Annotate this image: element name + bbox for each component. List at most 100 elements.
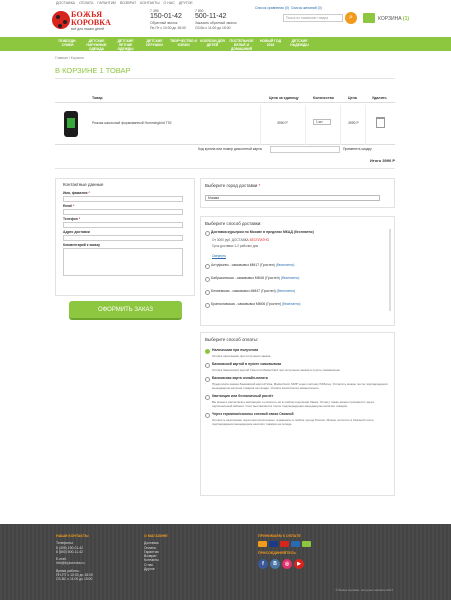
row-price: 3990 Р bbox=[348, 121, 359, 125]
compare-links: Список сравнения (0) Список желаний (0) bbox=[255, 6, 322, 10]
top-link[interactable]: ВОЗВРАТ bbox=[120, 1, 136, 5]
divider bbox=[260, 105, 261, 145]
payment-option[interactable]: Наличными при получении Оплата наличными … bbox=[201, 346, 394, 360]
city-select[interactable]: Москва bbox=[205, 195, 380, 201]
delivery-option[interactable]: Братиславская - самовывоз ММ06 (Гростен)… bbox=[201, 302, 394, 315]
nav-item[interactable]: ТВОРЧЕСТВО И ХОББИ bbox=[169, 37, 198, 51]
instagram-icon[interactable]: ◎ bbox=[282, 558, 292, 569]
card-icon bbox=[302, 541, 311, 548]
phone-field[interactable] bbox=[63, 222, 183, 228]
logo-tagline: всё для наших детей bbox=[71, 27, 105, 31]
col-header: Товар bbox=[92, 96, 103, 100]
page-title: В КОРЗИНЕ 1 ТОВАР bbox=[55, 66, 131, 75]
phone-number[interactable]: 150-01-42 bbox=[150, 13, 182, 20]
ladybug-icon bbox=[52, 11, 70, 29]
top-link[interactable]: ДОСТАВКА bbox=[56, 1, 75, 5]
nav-item[interactable]: ДЕТСКИЕ ЛЕТНИЕ ОДЕЖДЫ bbox=[111, 37, 140, 51]
collapse-link[interactable]: Свернуть bbox=[201, 254, 394, 258]
youtube-icon[interactable]: ▶ bbox=[294, 558, 304, 569]
search-icon: ⌕ bbox=[349, 14, 353, 21]
phone-number[interactable]: 500-11-42 bbox=[195, 13, 226, 20]
divider bbox=[55, 168, 395, 169]
cart-table-header: Товар Цена за единицу Количество Цена Уд… bbox=[55, 95, 395, 103]
field-label: Email * bbox=[63, 204, 75, 208]
facebook-icon[interactable]: f bbox=[258, 558, 268, 569]
top-link[interactable]: О НАС bbox=[164, 1, 175, 5]
nav-item[interactable]: ПОВСЕДН. СУМКИ bbox=[53, 37, 82, 51]
logo[interactable]: БОЖЬЯ КОРОВКА всё для наших детей bbox=[52, 9, 112, 31]
search-input[interactable]: Поиск по названию товара bbox=[283, 14, 343, 22]
top-link[interactable]: ГАРАНТИИ bbox=[97, 1, 116, 5]
email-field[interactable] bbox=[63, 209, 183, 215]
field-label: Телефон * bbox=[63, 217, 81, 221]
payment-option[interactable]: Банковская карта онлайн-оплата Предоплата… bbox=[201, 374, 394, 392]
payment-icons bbox=[258, 541, 311, 548]
col-header: Количество bbox=[313, 96, 334, 100]
footer-about: О МАГАЗИНЕ Доставка Оплата Гарантии Возв… bbox=[144, 534, 168, 571]
nav-item[interactable]: НОВЫЙ ГОД 2018 bbox=[256, 37, 285, 51]
comment-field[interactable] bbox=[63, 248, 183, 276]
city-panel: Выберите город доставки * Москва bbox=[200, 178, 395, 208]
payment-option[interactable]: Квитанция или безналичный расчёт Вы может… bbox=[201, 392, 394, 410]
delivery-option[interactable]: Доставка курьером по Москве в пределах М… bbox=[201, 230, 394, 238]
delivery-option[interactable]: Беляевская - самовывоз ММ47 (Гростен) (б… bbox=[201, 289, 394, 302]
divider bbox=[305, 105, 306, 145]
cart-link[interactable]: КОРЗИНА (1) bbox=[378, 16, 409, 22]
coupon-input[interactable] bbox=[270, 146, 340, 153]
card-icon bbox=[291, 541, 300, 548]
footer-title: ПРИНИМАЕМ К ОПЛАТЕ bbox=[258, 534, 301, 538]
callback-link[interactable]: Заказать обратный звонок bbox=[195, 21, 237, 25]
delivery-note: Срок доставки 1-2 рабочих дня bbox=[212, 244, 259, 248]
table-row: Рюкзак школьный формованный Hummingbird … bbox=[55, 105, 395, 145]
site-footer: НАШИ КОНТАКТЫ Телефоны: 8 (495) 150-01-42… bbox=[0, 524, 451, 600]
col-header: Удалить bbox=[372, 96, 387, 100]
social-links: f B ◎ ▶ bbox=[258, 558, 311, 569]
breadcrumb[interactable]: Главная / Корзина bbox=[55, 56, 84, 60]
callback-link[interactable]: Обратный звонок bbox=[150, 21, 186, 25]
search-button[interactable]: ⌕ bbox=[345, 12, 357, 24]
wishlist-link[interactable]: Список желаний (0) bbox=[291, 6, 322, 10]
nav-item[interactable]: ПОСТЕЛЬНОЕ БЕЛЬЁ И ДОМАШНИЙ ТЕКСТИЛЬ bbox=[227, 37, 256, 55]
footer-pay: ПРИНИМАЕМ К ОПЛАТЕ ПРИСОЕДИНЯЙТЕСЬ f B ◎… bbox=[258, 534, 311, 569]
mastercard-icon bbox=[280, 541, 289, 548]
card-icon bbox=[258, 541, 267, 548]
site-header: БОЖЬЯ КОРОВКА всё для наших детей 7 495 … bbox=[0, 6, 451, 34]
quantity-select[interactable]: 1 шт. bbox=[313, 119, 331, 125]
cart-icon[interactable] bbox=[363, 13, 375, 23]
nav-item[interactable]: ДЕТСКИЕ НАДЕЖДЫ bbox=[285, 37, 314, 51]
delivery-option[interactable]: Алтуфьево - самовывоз ММ17 (Гростен) (бе… bbox=[201, 263, 394, 276]
work-hours: Сб-Вс с 11:00 до 15:00 bbox=[195, 26, 231, 30]
address-field[interactable] bbox=[63, 235, 183, 241]
field-label: Адрес доставки bbox=[63, 230, 90, 234]
logo-text: КОРОВКА bbox=[71, 18, 111, 27]
payment-option[interactable]: Банковской картой в пункте самовывоза Опл… bbox=[201, 360, 394, 374]
trash-icon[interactable] bbox=[376, 117, 385, 128]
footer-title: НАШИ КОНТАКТЫ bbox=[56, 534, 89, 538]
visa-icon bbox=[269, 541, 278, 548]
delivery-option[interactable]: Бабушкинская - самовывоз ММ16 (Гростен) … bbox=[201, 276, 394, 289]
nav-item[interactable]: ДЕТСКИЕ ИГРУШКИ bbox=[140, 37, 169, 51]
top-link[interactable]: ОПЛАТА bbox=[79, 1, 93, 5]
payment-option[interactable]: Через терминал/салоны сотовой связи Связ… bbox=[201, 410, 394, 428]
cart-total: Итого 3990 Р bbox=[369, 158, 395, 163]
nav-item[interactable]: ДЕТСКИЕ НАРУЖНЫЕ ОДЕЖДА bbox=[82, 37, 111, 51]
delivery-note: От 3000 руб. ДОСТАВКА БЕСПЛАТНО bbox=[212, 238, 270, 242]
copyright: © Божья коровка, интернет-магазин 2017 bbox=[335, 588, 393, 592]
top-link[interactable]: КОНТАКТЫ bbox=[140, 1, 159, 5]
unit-price: 3990 Р bbox=[277, 121, 288, 125]
compare-link[interactable]: Список сравнения (0) bbox=[255, 6, 289, 10]
col-header: Цена bbox=[348, 96, 357, 100]
footer-title: ПРИСОЕДИНЯЙТЕСЬ bbox=[258, 551, 296, 556]
top-link[interactable]: ДРУГОЕ bbox=[179, 1, 193, 5]
footer-link[interactable]: Другое bbox=[144, 567, 168, 571]
backpack-image[interactable] bbox=[64, 111, 78, 137]
apply-discount-button[interactable]: Применить скидку bbox=[343, 147, 372, 151]
main-nav: ПОВСЕДН. СУМКИ ДЕТСКИЕ НАРУЖНЫЕ ОДЕЖДА Д… bbox=[0, 37, 451, 55]
vk-icon[interactable]: B bbox=[270, 558, 280, 569]
product-name[interactable]: Рюкзак школьный формованный Hummingbird … bbox=[92, 121, 171, 125]
footer-title: О МАГАЗИНЕ bbox=[144, 534, 168, 538]
checkout-button[interactable]: ОФОРМИТЬ ЗАКАЗ bbox=[69, 301, 182, 320]
panel-title: Выберите способ доставки: bbox=[205, 221, 262, 226]
name-field[interactable] bbox=[63, 196, 183, 202]
nav-item[interactable]: КОЛЯСКИ ДЛЯ ДЕТЕЙ bbox=[198, 37, 227, 51]
